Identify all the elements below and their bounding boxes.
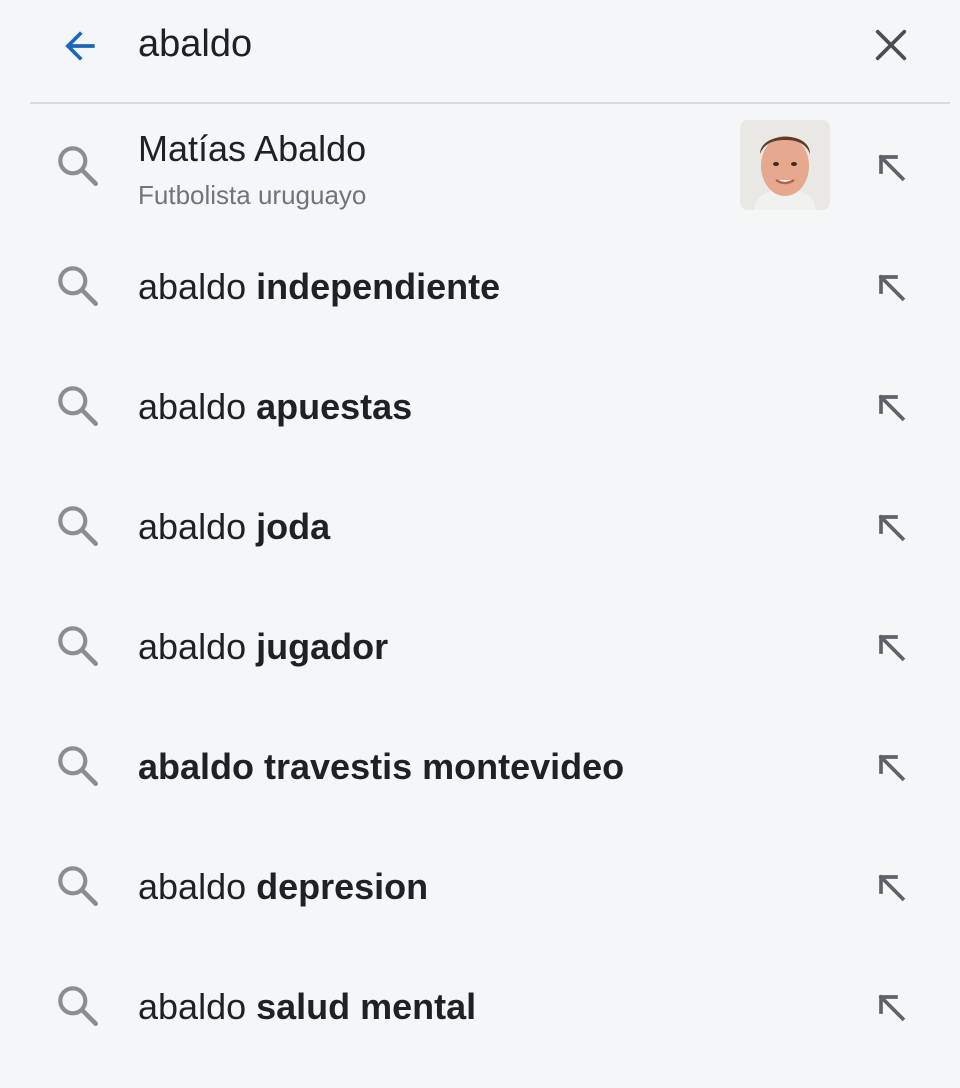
- suggestion-item[interactable]: abaldo depresion: [0, 828, 960, 948]
- clear-button[interactable]: [862, 16, 920, 74]
- suggestion-query-part: abaldo: [138, 866, 257, 907]
- fill-query-button[interactable]: [864, 140, 918, 194]
- arrow-up-left-icon: [878, 394, 906, 422]
- suggestion-completion-part: joda: [256, 506, 331, 547]
- person-photo-icon: [740, 120, 830, 210]
- close-icon: [875, 29, 907, 61]
- suggestion-text: abaldo depresion: [138, 866, 428, 908]
- fill-query-button[interactable]: [864, 260, 918, 314]
- entity-title: Matías Abaldo: [138, 128, 367, 169]
- suggestion-item[interactable]: abaldo jugador: [0, 588, 960, 708]
- suggestion-entity[interactable]: Matías Abaldo Futbolista uruguayo: [0, 108, 960, 228]
- fill-query-button[interactable]: [864, 500, 918, 554]
- back-button[interactable]: [52, 18, 108, 74]
- arrow-up-left-icon: [878, 514, 906, 542]
- arrow-up-left-icon: [878, 754, 906, 782]
- suggestion-query-part: abaldo: [138, 986, 257, 1027]
- fill-query-button[interactable]: [864, 620, 918, 674]
- suggestion-query-part: abaldo: [138, 506, 257, 547]
- suggestion-text: abaldo salud mental: [138, 986, 476, 1028]
- search-icon: [52, 500, 104, 552]
- fill-query-button[interactable]: [864, 980, 918, 1034]
- suggestion-list: Matías Abaldo Futbolista uruguayo abaldo…: [0, 108, 960, 1068]
- entity-subtitle: Futbolista uruguayo: [138, 180, 367, 210]
- search-icon: [52, 260, 104, 312]
- search-icon: [52, 740, 104, 792]
- suggestion-completion-part: apuestas: [256, 386, 413, 427]
- arrow-up-left-icon: [878, 994, 906, 1022]
- search-screen: Matías Abaldo Futbolista uruguayo: [0, 0, 960, 1088]
- suggestion-item[interactable]: abaldo travestis montevideo: [0, 708, 960, 828]
- search-input[interactable]: [138, 14, 818, 74]
- suggestion-query-part: abaldo: [138, 266, 257, 307]
- suggestion-item[interactable]: abaldo independiente: [0, 228, 960, 348]
- suggestion-text: abaldo independiente: [138, 266, 500, 308]
- suggestion-query-part: abaldo: [138, 626, 257, 667]
- suggestion-text: abaldo joda: [138, 506, 330, 548]
- suggestion-item[interactable]: abaldo salud mental: [0, 948, 960, 1068]
- search-icon: [52, 620, 104, 672]
- suggestion-text: abaldo apuestas: [138, 386, 412, 428]
- divider: [30, 102, 950, 104]
- suggestion-completion-part: jugador: [256, 626, 389, 667]
- arrow-up-left-icon: [878, 154, 906, 182]
- suggestion-query-part: abaldo: [138, 386, 257, 427]
- suggestion-completion-part: abaldo travestis montevideo: [138, 746, 625, 787]
- entity-thumbnail: [740, 120, 830, 210]
- search-icon: [52, 380, 104, 432]
- search-bar: [0, 0, 960, 90]
- search-icon: [52, 140, 104, 192]
- arrow-left-icon: [65, 31, 95, 61]
- suggestion-item[interactable]: abaldo apuestas: [0, 348, 960, 468]
- fill-query-button[interactable]: [864, 740, 918, 794]
- search-icon: [52, 860, 104, 912]
- arrow-up-left-icon: [878, 274, 906, 302]
- suggestion-completion-part: depresion: [256, 866, 429, 907]
- arrow-up-left-icon: [878, 634, 906, 662]
- search-icon: [52, 980, 104, 1032]
- suggestion-completion-part: independiente: [256, 266, 501, 307]
- fill-query-button[interactable]: [864, 860, 918, 914]
- suggestion-text: abaldo jugador: [138, 626, 388, 668]
- suggestion-item[interactable]: abaldo joda: [0, 468, 960, 588]
- fill-query-button[interactable]: [864, 380, 918, 434]
- suggestion-completion-part: salud mental: [256, 986, 477, 1027]
- suggestion-text: abaldo travestis montevideo: [138, 746, 624, 788]
- arrow-up-left-icon: [878, 874, 906, 902]
